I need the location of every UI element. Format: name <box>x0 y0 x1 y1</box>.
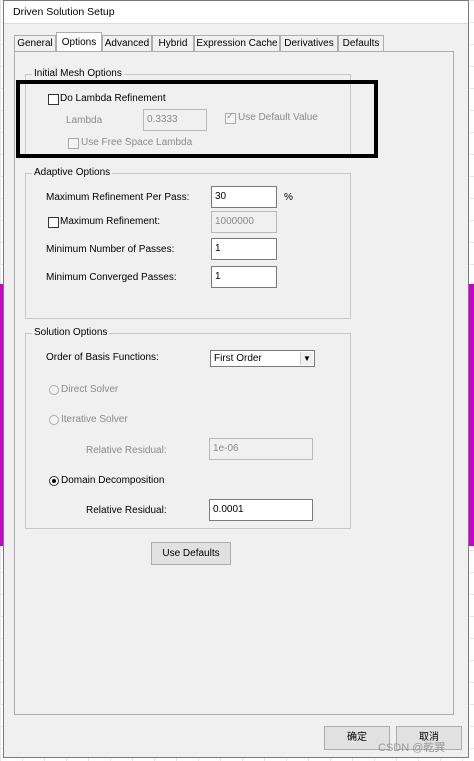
do-lambda-checkbox[interactable] <box>48 94 59 105</box>
iterative-solver-radio[interactable] <box>49 415 59 425</box>
order-select-value: First Order <box>214 353 262 364</box>
min-converged-label: Minimum Converged Passes: <box>46 272 177 283</box>
iterative-residual-input[interactable]: 1e-06 <box>209 438 313 460</box>
solution-group: Solution Options Order of Basis Function… <box>25 327 351 529</box>
adaptive-group: Adaptive Options Maximum Refinement Per … <box>25 167 351 319</box>
tab-expression-cache[interactable]: Expression Cache <box>194 35 280 51</box>
tab-options[interactable]: Options <box>56 32 102 52</box>
min-converged-input[interactable]: 1 <box>211 266 277 288</box>
options-panel: Initial Mesh Options Do Lambda Refinemen… <box>14 51 454 715</box>
max-ref-per-pass-input[interactable]: 30 <box>211 186 277 208</box>
iterative-residual-label: Relative Residual: <box>86 445 167 456</box>
title-bar: Driven Solution Setup <box>4 1 468 24</box>
dialog-window: Driven Solution Setup General Options Ad… <box>3 0 469 758</box>
adaptive-title: Adaptive Options <box>32 167 113 179</box>
iterative-solver-label: Iterative Solver <box>61 414 128 425</box>
max-ref-input[interactable]: 1000000 <box>211 211 277 233</box>
order-select[interactable]: First Order ▼ <box>210 350 315 367</box>
max-ref-checkbox[interactable] <box>48 217 59 228</box>
max-ref-label: Maximum Refinement: <box>60 216 161 227</box>
direct-solver-radio[interactable] <box>49 385 59 395</box>
dd-residual-input[interactable]: 0.0001 <box>209 499 313 521</box>
use-default-checkbox[interactable] <box>225 111 236 124</box>
lambda-label: Lambda <box>66 115 103 126</box>
tab-general[interactable]: General <box>14 35 56 51</box>
window-title: Driven Solution Setup <box>13 6 115 18</box>
use-free-space-label: Use Free Space Lambda <box>81 137 193 148</box>
tab-hybrid[interactable]: Hybrid <box>152 35 194 51</box>
initial-mesh-title: Initial Mesh Options <box>32 68 124 80</box>
direct-solver-label: Direct Solver <box>61 384 119 395</box>
use-free-space-checkbox[interactable] <box>68 138 79 149</box>
percent-label: % <box>284 192 293 203</box>
do-lambda-label: Do Lambda Refinement <box>60 93 166 104</box>
tab-defaults[interactable]: Defaults <box>338 35 384 51</box>
max-ref-per-pass-label: Maximum Refinement Per Pass: <box>46 192 190 203</box>
use-defaults-button[interactable]: Use Defaults <box>151 542 231 565</box>
domain-decomposition-label: Domain Decomposition <box>61 475 165 486</box>
watermark-text: CSDN @乾巽 <box>378 742 446 754</box>
dd-residual-label: Relative Residual: <box>86 505 167 516</box>
use-default-label: Use Default Value <box>238 112 318 123</box>
tab-advanced[interactable]: Advanced <box>102 35 152 51</box>
chevron-down-icon[interactable]: ▼ <box>300 352 313 365</box>
order-label: Order of Basis Functions: <box>46 352 159 363</box>
domain-decomposition-radio[interactable] <box>49 476 59 486</box>
lambda-input[interactable]: 0.3333 <box>143 109 207 131</box>
min-passes-label: Minimum Number of Passes: <box>46 244 175 255</box>
initial-mesh-group: Initial Mesh Options Do Lambda Refinemen… <box>25 68 351 158</box>
tab-derivatives[interactable]: Derivatives <box>280 35 338 51</box>
min-passes-input[interactable]: 1 <box>211 238 277 260</box>
solution-title: Solution Options <box>32 327 110 339</box>
